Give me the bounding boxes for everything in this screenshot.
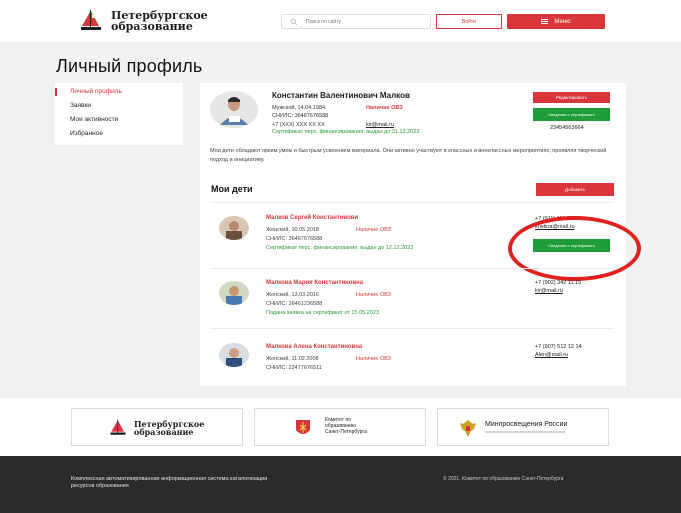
profile-card: Константин Валентинович Малков Мужской, … [200, 83, 641, 386]
partner-logo-spb-education[interactable]: Петербургское образование [71, 408, 243, 446]
partner-logo-committee[interactable]: Комитет по образованию Санкт-Петербурга [254, 408, 426, 446]
sidebar-item-favorites[interactable]: Избранное [55, 127, 183, 141]
profile-certificate: Сертификат перс. финансирования: выдан д… [272, 129, 420, 135]
child-gender-dob: Женский, 11.02.2008 [266, 356, 319, 362]
profile-email[interactable]: kir@mail.ru [366, 122, 394, 128]
partner-logos: Петербургское образование Комитет по обр… [0, 398, 681, 456]
child-email[interactable]: kir@mail.ru [535, 288, 563, 294]
partner-logo-minprosvescheniya[interactable]: Минпросвещения России [437, 408, 609, 446]
certificate-info-button[interactable]: Сведения о сертификате [533, 108, 610, 121]
child-email[interactable]: kristina@mail.ru [535, 224, 575, 230]
child-nalichie: Наличие ОВЗ [356, 356, 391, 362]
child-phone: +7 (907) 512 12 14 [535, 344, 582, 350]
profile-description: Мои дети обладают ярким умом и быстрым у… [210, 148, 607, 163]
menu-button[interactable]: Меню [507, 14, 605, 29]
partner-1-text: Петербургское образование [134, 420, 204, 436]
child-nalichie: Наличие ОВЗ [356, 227, 391, 233]
profile-phone: +7 (XXX) XXX XX XX [272, 122, 325, 128]
footer-copyright: © 2021. Комитет по образованию Санкт-Пет… [443, 476, 564, 482]
logo-line-2: образование [111, 20, 193, 33]
profile-snils: СНИЛС: 36467676588 [272, 113, 329, 119]
partner-2-line-3: Санкт-Петербурга [325, 429, 367, 435]
child-status: Сертификат перс. финансирования: выдан д… [266, 245, 414, 251]
child-nalichie: Наличие ОВЗ [356, 292, 391, 298]
hamburger-icon [541, 18, 549, 25]
child-phone: +7 (902) 342 11 15 [535, 280, 582, 286]
ship-logo-icon [110, 419, 126, 435]
divider [210, 328, 614, 329]
profile-gender-dob: Мужской, 14.04.1984 [272, 105, 326, 111]
divider [210, 202, 614, 203]
sidebar-item-profile[interactable]: Личный профиль [55, 85, 183, 99]
profile-name: Константин Валентинович Малков [272, 91, 410, 100]
child-snils: СНИЛС: 22477676511 [266, 365, 322, 371]
search-box[interactable] [281, 14, 431, 29]
profile-nalichie: Наличие ОВЗ [366, 105, 403, 111]
avatar [210, 91, 258, 128]
coat-of-arms-icon [296, 420, 310, 434]
child-avatar [219, 216, 249, 240]
child-status: Подана заявка на сертификат от 15.05.202… [266, 310, 379, 316]
site-logo[interactable]: Петербургское образование [78, 9, 208, 33]
logo-text: Петербургское образование [111, 10, 208, 32]
child-name[interactable]: Малкова Алена Константиновна [266, 344, 362, 350]
profile-id-number: 23454563664 [550, 125, 584, 131]
partner-3-title: Минпросвещения России [485, 421, 568, 428]
partner-2-text: Комитет по образованию Санкт-Петербурга [325, 417, 367, 435]
child-gender-dob: Женский, 30.05.2018 [266, 227, 319, 233]
edit-button[interactable]: Редактировать [533, 92, 610, 103]
child-name[interactable]: Малкова Мария Константиновна [266, 280, 363, 286]
sidebar: Личный профиль Заявки Мои активности Изб… [55, 83, 183, 145]
eagle-emblem-icon [460, 420, 476, 437]
child-certificate-info-button[interactable]: Сведения о сертификате [533, 239, 610, 252]
footer-system-name: Комплексная автоматизированная информаци… [71, 476, 268, 489]
children-title: Мои дети [211, 184, 253, 194]
child-gender-dob: Женский, 13.03.2016 [266, 292, 319, 298]
child-snils: СНИЛС: 36467676588 [266, 236, 323, 242]
search-input[interactable] [306, 17, 424, 27]
child-email[interactable]: Alen@mail.ru [535, 352, 568, 358]
login-button[interactable]: Войти [436, 14, 502, 29]
child-avatar [219, 343, 249, 367]
page-title: Личный профиль [56, 56, 203, 76]
partner-3-subtitle-line [485, 431, 565, 433]
add-child-button[interactable]: Добавить [536, 183, 614, 196]
sidebar-item-activities[interactable]: Мои активности [55, 113, 183, 127]
header: Петербургское образование Войти Меню [0, 0, 681, 42]
child-snils: СНИЛС: 36461236588 [266, 301, 323, 307]
divider [210, 268, 614, 269]
partner-1-line-2: образование [134, 427, 194, 437]
sidebar-item-applications[interactable]: Заявки [55, 99, 183, 113]
menu-label: Меню [554, 18, 571, 25]
child-name[interactable]: Малков Сергей Константинови [266, 215, 358, 221]
child-phone: +7 (911) 111 23 52 [535, 216, 581, 222]
child-avatar [219, 281, 249, 305]
search-icon [290, 18, 298, 26]
footer: Комплексная автоматизированная информаци… [0, 456, 681, 513]
ship-logo-icon [81, 10, 101, 30]
